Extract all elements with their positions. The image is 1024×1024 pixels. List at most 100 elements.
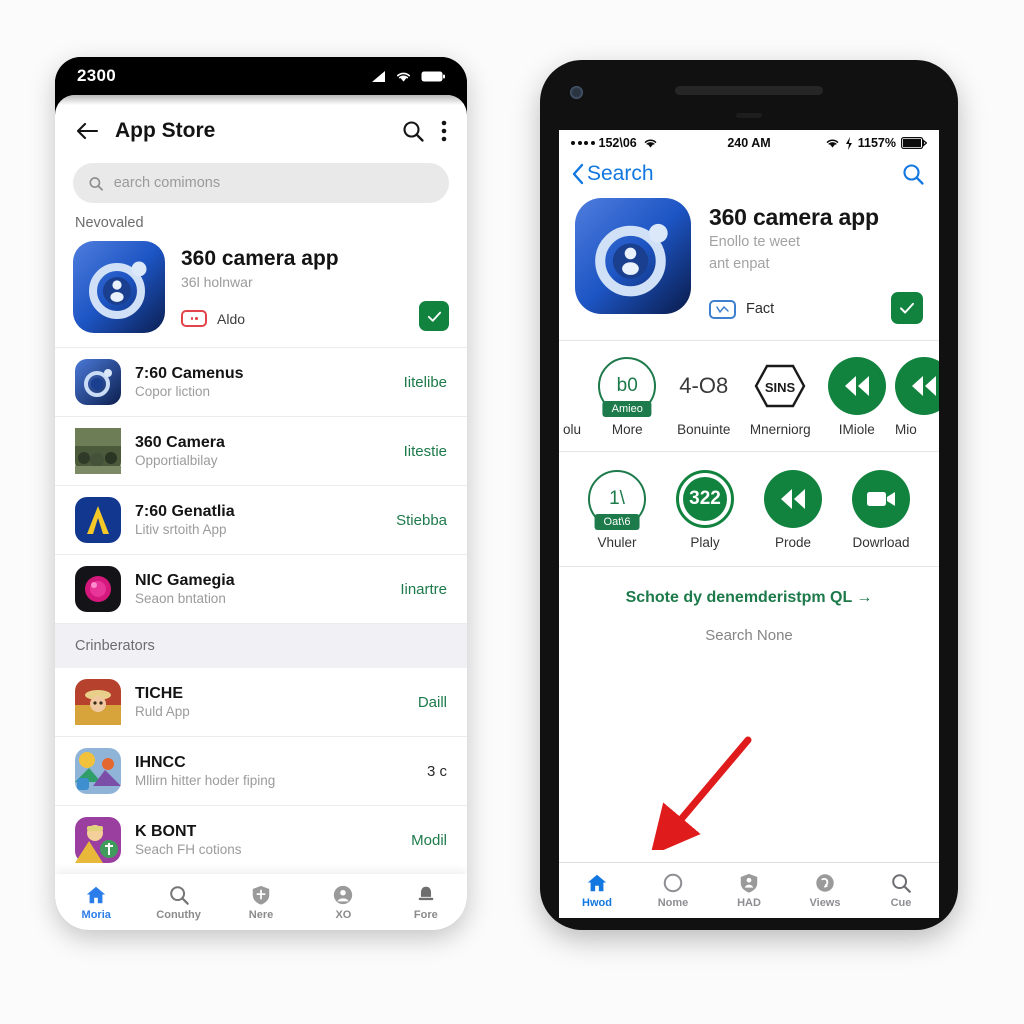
app-detail-tag-label: Fact — [746, 301, 775, 318]
nav-item-profile[interactable]: XO — [302, 884, 384, 921]
solid-circle — [852, 470, 910, 529]
more-link[interactable]: Schote dy denemderistpm QL → — [559, 567, 939, 613]
stat-tile-cutoff[interactable]: olu — [563, 357, 589, 437]
back-arrow-icon[interactable] — [75, 121, 99, 141]
tab-item-home[interactable]: Hwod — [559, 872, 635, 909]
wifi-icon — [826, 139, 839, 148]
app-360-camera-icon — [575, 198, 691, 314]
hexagon-badge-icon: SINS — [751, 357, 809, 415]
search-icon[interactable] — [901, 162, 925, 186]
stat-caption: Mnerniorg — [749, 422, 811, 438]
rewind-icon — [844, 376, 869, 397]
stat-caption: olu — [563, 422, 582, 438]
nav-label: Moria — [81, 908, 111, 921]
back-to-search-button[interactable]: Search — [571, 162, 654, 186]
app-detail-subtitle-1: Enollo te weet — [709, 234, 801, 250]
avatar-hat-icon — [75, 679, 121, 725]
list-item[interactable]: 360 Camera Opportialbilay Iitestie — [55, 417, 467, 486]
list-item-action[interactable]: Iinartre — [400, 581, 447, 598]
page-title: App Store — [115, 119, 216, 142]
proximity-sensor — [736, 113, 762, 118]
list-item-subtitle: Ruld App — [135, 704, 190, 719]
install-confirm-button[interactable] — [419, 301, 449, 331]
featured-tag-label: Aldo — [217, 310, 246, 327]
search-none-label: Search None — [705, 627, 793, 645]
check-icon — [427, 311, 441, 322]
signal-icon — [372, 70, 385, 82]
stat-tile-imiole[interactable]: IMiole — [819, 357, 896, 437]
signal-dots-icon — [571, 141, 595, 145]
stat-tile-bonuinte[interactable]: 4-O8 Bonuinte — [666, 357, 743, 437]
list-item-title: TICHE — [135, 685, 183, 702]
avatar-yellow-icon — [75, 817, 121, 863]
list-item-text: NIC Gamegia Seaon bntation — [135, 572, 386, 606]
install-confirm-button[interactable] — [891, 292, 923, 325]
list-item-text: IHNCC Mllirn hitter hoder fiping — [135, 754, 413, 788]
stat-value: SINS — [765, 380, 796, 395]
list-item-action[interactable]: Iitelibe — [404, 374, 447, 391]
nav-item-bell[interactable]: Fore — [385, 884, 467, 921]
stat-caption: More — [611, 422, 643, 438]
rewind-icon — [781, 489, 805, 510]
list-item-action[interactable]: Daill — [418, 694, 447, 711]
stat-tile-mio[interactable]: Mio — [895, 357, 939, 437]
list-item[interactable]: IHNCC Mllirn hitter hoder fiping 3 c — [55, 737, 467, 806]
list-item[interactable]: 7:60 Genatlia Litiv srtoith App Stiebba — [55, 486, 467, 555]
tab-item-had[interactable]: HAD — [711, 872, 787, 909]
stat-caption: Vhuler — [597, 535, 637, 551]
nav-item-home[interactable]: Moria — [55, 884, 137, 921]
stat-tile-more[interactable]: b0 Amieo More — [589, 357, 666, 437]
wifi-icon — [396, 72, 411, 82]
nav-label: Nere — [248, 908, 274, 921]
bolt-icon — [845, 136, 852, 150]
list-item[interactable]: K BONT Seach FH cotions Modil — [55, 806, 467, 875]
list-item-action[interactable]: Stiebba — [396, 512, 447, 529]
list-item-text: 7:60 Genatlia Litiv srtoith App — [135, 503, 382, 537]
app-360-camera-icon — [73, 241, 165, 333]
featured-meta: 360 camera app 36l holnwar Aldo — [181, 241, 403, 333]
stats-row-2: 1\ Oat\6 Vhuler 322 Plaly Prode Dowrload — [559, 452, 939, 568]
blue-badge-icon — [709, 299, 736, 319]
stat-tile-vhuler[interactable]: 1\ Oat\6 Vhuler — [573, 470, 661, 550]
list-item-action[interactable]: 3 c — [427, 763, 447, 780]
check-icon — [900, 303, 914, 314]
list-item-action[interactable]: Iitestie — [404, 443, 447, 460]
avatar-colorful-icon — [75, 748, 121, 794]
ring-circle: 322 — [676, 470, 734, 529]
clock-arrow-icon — [816, 874, 834, 892]
status-clock: 2300 — [77, 66, 117, 85]
tab-label: Cue — [890, 897, 912, 909]
list-item-subtitle: Copor liction — [135, 384, 211, 399]
search-icon[interactable] — [401, 119, 425, 143]
tab-item-views[interactable]: Views — [787, 872, 863, 909]
list-item[interactable]: 7:60 Camenus Copor liction Iitelibe — [55, 348, 467, 417]
app-detail-meta: 360 camera app Enollo te weet ant enpat … — [709, 198, 923, 326]
section-header-creators: Crinberators — [55, 624, 467, 668]
tab-item-cue[interactable]: Cue — [863, 872, 939, 909]
list-item-action[interactable]: Modil — [411, 832, 447, 849]
search-bar[interactable] — [73, 163, 449, 203]
search-icon — [169, 885, 189, 905]
nav-item-search[interactable]: Conuthy — [137, 884, 219, 921]
more-vertical-icon[interactable] — [441, 120, 447, 142]
stat-caption: IMiole — [838, 422, 875, 438]
shield-person-icon — [740, 873, 758, 893]
list-item[interactable]: TICHE Ruld App Daill — [55, 668, 467, 737]
list-item-subtitle: Litiv srtoith App — [135, 522, 227, 537]
stat-tile-mnerniorg[interactable]: SINS Mnerniorg — [742, 357, 819, 437]
nav-item-shield[interactable]: Nere — [220, 884, 302, 921]
left-screen: App Store Nevovaled — [55, 95, 467, 930]
app-detail-subtitle-2: ant enpat — [709, 255, 770, 272]
tab-item-nome[interactable]: Nome — [635, 872, 711, 909]
stat-tile-plaly[interactable]: 322 Plaly — [661, 470, 749, 550]
chevron-left-icon — [572, 163, 584, 185]
search-input[interactable] — [113, 175, 434, 191]
list-item[interactable]: NIC Gamegia Seaon bntation Iinartre — [55, 555, 467, 624]
featured-app-card[interactable]: 360 camera app 36l holnwar Aldo — [55, 237, 467, 348]
stat-tile-prode[interactable]: Prode — [749, 470, 837, 550]
search-icon — [89, 176, 103, 191]
stat-tile-download[interactable]: Dowrload — [837, 470, 925, 550]
stat-caption: Dowrload — [852, 535, 910, 551]
left-bottom-nav: Moria Conuthy Nere XO Fore — [55, 874, 467, 930]
app-detail-name: 360 camera app — [709, 204, 879, 230]
